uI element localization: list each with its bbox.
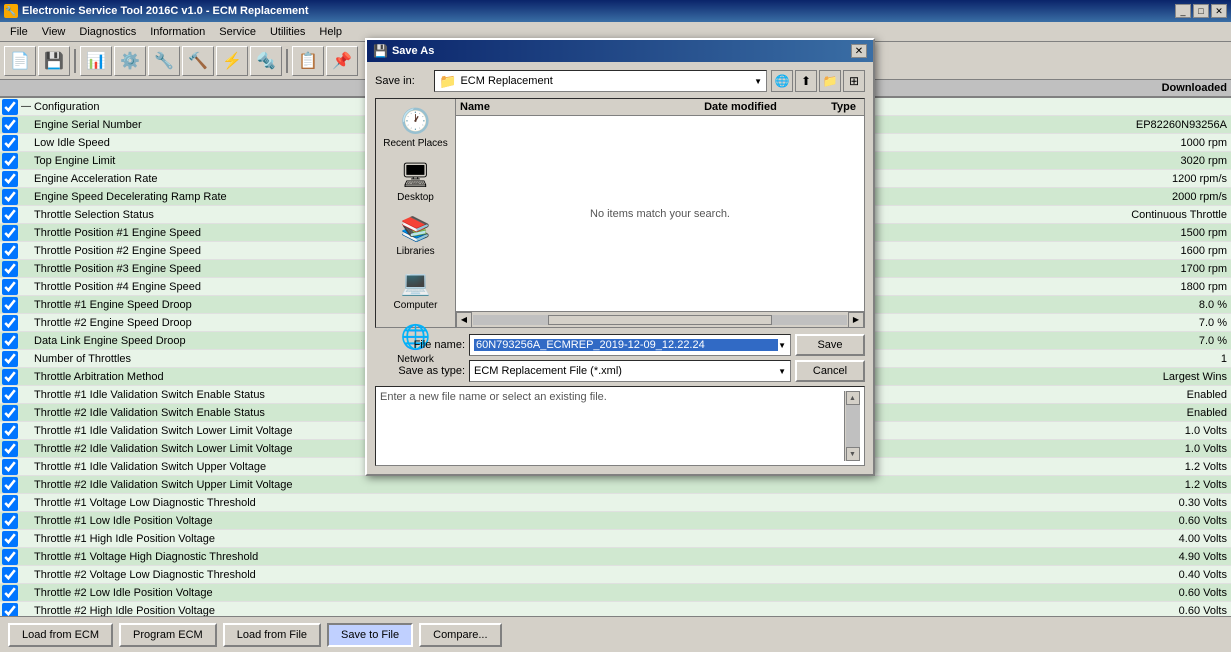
save-in-nav-buttons: 🌐 ⬆ 📁 ⊞: [771, 70, 865, 92]
save-in-row: Save in: 📁 ECM Replacement ▼ 🌐 ⬆ 📁 ⊞: [375, 70, 865, 92]
desc-scroll-down-arrow[interactable]: ▼: [846, 447, 860, 461]
save-as-type-label: Save as type:: [375, 365, 465, 377]
file-name-input[interactable]: 60N793256A_ECMREP_2019-12-09_12.22.24 ▼: [469, 334, 791, 356]
scrollbar-track[interactable]: [473, 315, 847, 325]
nav-view-button[interactable]: ⊞: [843, 70, 865, 92]
description-text: Enter a new file name or select an exist…: [380, 391, 844, 461]
file-list-empty-message: No items match your search.: [456, 116, 864, 311]
save-in-label: Save in:: [375, 75, 430, 87]
save-as-type-dropdown-arrow[interactable]: ▼: [778, 367, 786, 376]
recent-icon: 🕐: [401, 107, 431, 136]
computer-icon: 💻: [401, 269, 431, 298]
scrollbar-thumb[interactable]: [548, 315, 772, 325]
nav-item-recent[interactable]: 🕐 Recent Places: [380, 103, 452, 153]
save-in-dropdown-arrow[interactable]: ▼: [754, 77, 762, 86]
dialog-title-text: Save As: [392, 45, 434, 57]
libraries-icon: 📚: [401, 215, 431, 244]
nav-back-button[interactable]: 🌐: [771, 70, 793, 92]
nav-new-folder-button[interactable]: 📁: [819, 70, 841, 92]
desktop-icon: 🖥: [400, 161, 430, 190]
desc-scroll-track[interactable]: [846, 405, 860, 447]
dialog-title-bar: 💾 Save As ✕: [367, 40, 873, 62]
file-col-name-header: Name: [460, 101, 618, 113]
save-in-folder-name: ECM Replacement: [460, 75, 750, 87]
cancel-button[interactable]: Cancel: [795, 360, 865, 382]
save-in-select[interactable]: 📁 ECM Replacement ▼: [434, 70, 767, 92]
save-as-dialog: 💾 Save As ✕ Save in: 📁 ECM Replacement ▼…: [365, 38, 875, 476]
dialog-body: Save in: 📁 ECM Replacement ▼ 🌐 ⬆ 📁 ⊞: [367, 62, 873, 474]
scrollbar-left-arrow[interactable]: ◀: [456, 312, 472, 328]
file-col-date-header: Date modified: [618, 101, 776, 113]
file-list-area: Name Date modified Type No items match y…: [456, 99, 864, 327]
dialog-overlay: 💾 Save As ✕ Save in: 📁 ECM Replacement ▼…: [0, 0, 1231, 652]
dialog-close-button[interactable]: ✕: [851, 44, 867, 58]
scrollbar-right-arrow[interactable]: ▶: [848, 312, 864, 328]
file-name-label: File name:: [375, 339, 465, 351]
left-nav-panel: 🕐 Recent Places 🖥 Desktop 📚 Libraries 💻 …: [376, 99, 456, 327]
nav-item-computer[interactable]: 💻 Computer: [380, 265, 452, 315]
save-as-type-value: ECM Replacement File (*.xml): [474, 365, 778, 377]
description-scrollbar[interactable]: ▲ ▼: [844, 391, 860, 461]
dialog-title-icon: 💾: [373, 44, 388, 58]
file-name-value: 60N793256A_ECMREP_2019-12-09_12.22.24: [474, 339, 778, 351]
nav-item-desktop[interactable]: 🖥 Desktop: [380, 157, 452, 207]
save-button[interactable]: Save: [795, 334, 865, 356]
save-as-type-select[interactable]: ECM Replacement File (*.xml) ▼: [469, 360, 791, 382]
nav-item-desktop-label: Desktop: [397, 192, 434, 203]
desc-scroll-up-arrow[interactable]: ▲: [846, 391, 860, 405]
nav-up-button[interactable]: ⬆: [795, 70, 817, 92]
nav-item-computer-label: Computer: [394, 300, 438, 311]
nav-item-libraries[interactable]: 📚 Libraries: [380, 211, 452, 261]
file-col-type-header: Type: [777, 101, 860, 113]
nav-item-recent-label: Recent Places: [383, 138, 447, 149]
file-list-scrollbar[interactable]: ◀ ▶: [456, 311, 864, 327]
nav-item-libraries-label: Libraries: [396, 246, 434, 257]
nav-item-network-label: Network: [397, 354, 434, 365]
file-name-dropdown-arrow[interactable]: ▼: [778, 341, 786, 350]
folder-icon: 📁: [439, 73, 456, 90]
file-list-header: Name Date modified Type: [456, 99, 864, 116]
description-area: Enter a new file name or select an exist…: [375, 386, 865, 466]
browser-area: 🕐 Recent Places 🖥 Desktop 📚 Libraries 💻 …: [375, 98, 865, 328]
